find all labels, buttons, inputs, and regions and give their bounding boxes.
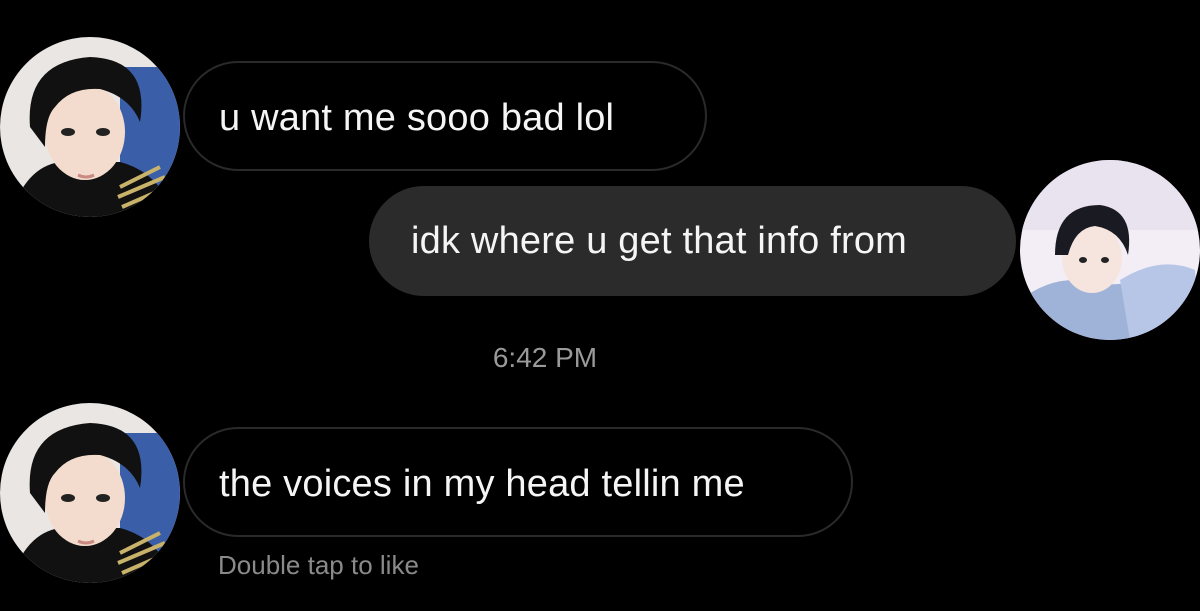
avatar-photo (0, 403, 180, 583)
message-timestamp: 6:42 PM (492, 342, 598, 373)
message-text: u want me sooo bad lol (219, 97, 615, 139)
sender-avatar-outgoing[interactable] (1020, 160, 1200, 340)
message-text: the voices in my head tellin me (219, 463, 745, 505)
sender-avatar-incoming[interactable] (0, 37, 180, 217)
double-tap-hint: Double tap to like (218, 550, 419, 580)
incoming-message-bubble[interactable]: the voices in my head tellin me (183, 427, 853, 537)
sender-avatar-incoming[interactable] (0, 403, 180, 583)
avatar-photo (0, 37, 180, 217)
message-text: idk where u get that info from (411, 220, 908, 262)
incoming-message-bubble[interactable]: u want me sooo bad lol (183, 61, 707, 171)
outgoing-message-bubble[interactable]: idk where u get that info from (369, 186, 1016, 296)
avatar-photo (1020, 160, 1200, 340)
